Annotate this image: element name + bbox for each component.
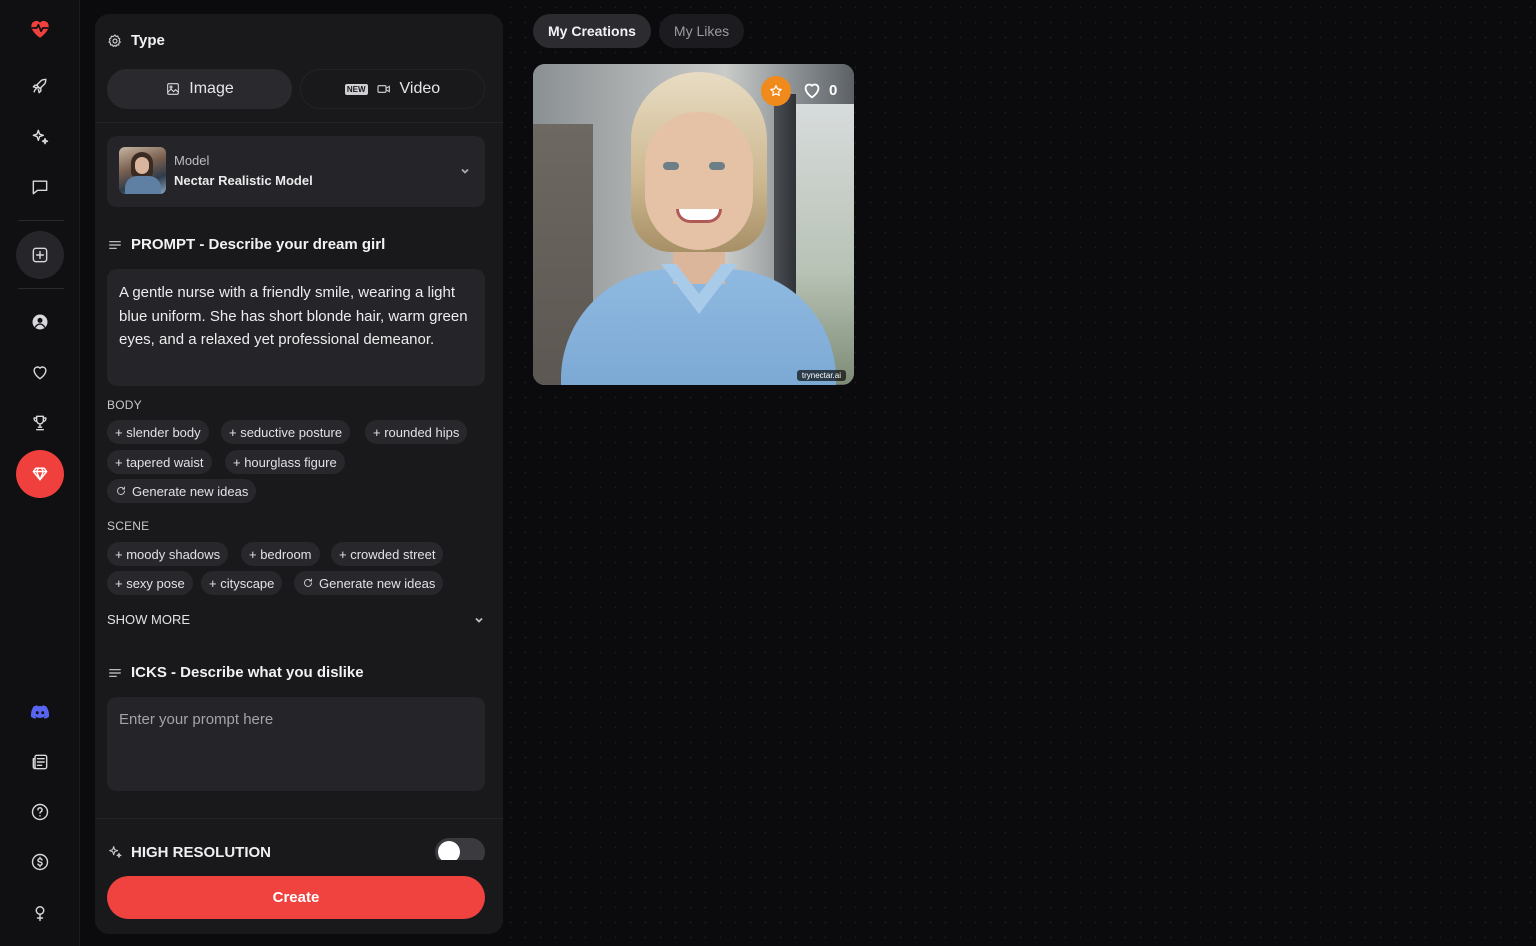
- image-icon: [167, 83, 180, 95]
- scene-label: SCENE: [107, 519, 150, 533]
- diamond-icon[interactable]: [16, 450, 64, 498]
- favorite-button[interactable]: [761, 76, 791, 106]
- tab-video-label: Video: [399, 80, 441, 97]
- like-button[interactable]: 0: [801, 79, 837, 101]
- tab-my-creations[interactable]: My Creations: [533, 14, 651, 48]
- section-divider: [95, 818, 503, 819]
- body-generate-ideas-label: Generate new ideas: [132, 483, 249, 499]
- scene-chip[interactable]: + sexy pose: [107, 571, 193, 595]
- model-label: Model: [174, 153, 210, 168]
- create-footer: Create: [95, 860, 503, 934]
- sparkles-icon[interactable]: [16, 113, 64, 161]
- tab-image-label: Image: [189, 80, 234, 97]
- body-generate-ideas-button[interactable]: Generate new ideas: [107, 479, 257, 503]
- model-value: Nectar Realistic Model: [174, 173, 313, 188]
- section-divider: [95, 122, 503, 123]
- dollar-icon[interactable]: [16, 838, 64, 886]
- gear-icon: [108, 33, 121, 47]
- lines-icon: [109, 240, 121, 249]
- scene-generate-ideas-button[interactable]: Generate new ideas: [294, 571, 444, 595]
- gender-icon[interactable]: [16, 889, 64, 937]
- prompt-input[interactable]: A gentle nurse with a friendly smile, we…: [107, 269, 485, 386]
- chevron-down-icon: [461, 168, 469, 174]
- sidebar-rail: [0, 0, 80, 946]
- show-more-label: SHOW MORE: [107, 612, 191, 627]
- profile-icon[interactable]: [16, 298, 64, 346]
- type-heading-label: Type: [131, 32, 165, 49]
- body-chip[interactable]: + hourglass figure: [225, 450, 345, 474]
- like-count: 0: [829, 81, 838, 99]
- creations-area: My Creations My Likes 0 trynectar.ai: [503, 0, 1536, 946]
- scene-chip[interactable]: + bedroom: [241, 542, 320, 566]
- logo-heart-icon[interactable]: [16, 4, 64, 52]
- body-label: BODY: [107, 398, 142, 412]
- icks-input[interactable]: [107, 697, 485, 791]
- new-badge: NEW: [344, 83, 368, 95]
- body-chip[interactable]: + seductive posture: [221, 420, 351, 444]
- show-more-toggle[interactable]: SHOW MORE: [107, 612, 485, 627]
- create-panel: Type Image NEW Video Model Nectar Realis…: [95, 14, 503, 934]
- create-plus-icon[interactable]: [16, 231, 64, 279]
- help-icon[interactable]: [16, 788, 64, 836]
- tab-image[interactable]: Image: [107, 69, 292, 109]
- body-chip[interactable]: + rounded hips: [365, 420, 468, 444]
- lines-icon: [109, 668, 121, 677]
- scene-generate-ideas-label: Generate new ideas: [319, 575, 436, 591]
- trophy-icon[interactable]: [16, 399, 64, 447]
- refresh-icon: [117, 486, 125, 495]
- chat-icon[interactable]: [16, 163, 64, 211]
- model-select[interactable]: Model Nectar Realistic Model: [107, 136, 485, 207]
- chevron-down-icon: [475, 617, 483, 623]
- heart-icon[interactable]: [16, 348, 64, 396]
- type-heading: Type: [107, 32, 165, 49]
- create-button[interactable]: Create: [107, 876, 485, 919]
- watermark: trynectar.ai: [796, 370, 846, 381]
- icks-heading: ICKS - Describe what you dislike: [107, 664, 364, 681]
- rail-divider: [18, 220, 64, 221]
- scene-chip[interactable]: + moody shadows: [107, 542, 229, 566]
- creation-card[interactable]: 0 trynectar.ai: [533, 64, 854, 385]
- news-icon[interactable]: [16, 738, 64, 786]
- scene-chip[interactable]: + cityscape: [201, 571, 283, 595]
- tab-video[interactable]: NEW Video: [300, 69, 485, 109]
- discord-icon[interactable]: [16, 688, 64, 736]
- body-chip[interactable]: + tapered waist: [107, 450, 212, 474]
- icks-heading-label: ICKS - Describe what you dislike: [131, 664, 364, 681]
- high-resolution-label: HIGH RESOLUTION: [131, 843, 272, 861]
- rail-divider: [18, 288, 64, 289]
- prompt-heading: PROMPT - Describe your dream girl: [107, 236, 385, 253]
- media-type-tabs: Image NEW Video: [107, 69, 485, 109]
- model-avatar: [119, 147, 166, 194]
- heart-icon: [804, 83, 820, 99]
- star-icon: [770, 85, 782, 96]
- rocket-icon[interactable]: [16, 62, 64, 110]
- scene-chip[interactable]: + crowded street: [331, 542, 444, 566]
- prompt-heading-label: PROMPT - Describe your dream girl: [131, 236, 386, 253]
- refresh-icon: [304, 578, 312, 587]
- body-chip[interactable]: + slender body: [107, 420, 209, 444]
- gallery-tabs: My Creations My Likes: [533, 14, 745, 48]
- sparkles-icon: [109, 846, 122, 858]
- video-icon: [376, 85, 390, 93]
- tab-my-likes[interactable]: My Likes: [658, 14, 745, 48]
